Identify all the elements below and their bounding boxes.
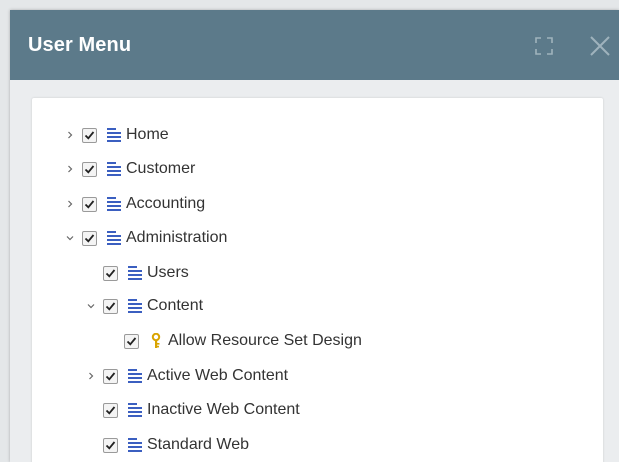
checkmark-icon — [105, 405, 116, 415]
tree-node[interactable]: Home — [62, 123, 169, 147]
node-checkbox[interactable] — [103, 402, 118, 418]
tree-node[interactable]: Inactive Web Content — [83, 398, 300, 422]
node-checkbox[interactable] — [82, 196, 97, 212]
chevron-down-icon — [66, 236, 74, 241]
node-label[interactable]: Standard Web — [147, 436, 249, 454]
tree-node[interactable]: Standard Web — [83, 433, 249, 457]
tree-node[interactable]: Active Web Content — [83, 364, 288, 388]
checkmark-icon — [84, 199, 95, 209]
chevron-down-icon — [87, 304, 95, 309]
checkmark-icon — [105, 301, 116, 311]
menu-lines-icon — [128, 369, 142, 383]
node-checkbox[interactable] — [124, 333, 139, 349]
node-label[interactable]: Content — [147, 297, 203, 315]
node-label[interactable]: Allow Resource Set Design — [168, 332, 362, 350]
checkmark-icon — [105, 371, 116, 381]
tree-node[interactable]: Content — [83, 294, 203, 318]
node-checkbox[interactable] — [103, 368, 118, 384]
node-label[interactable]: Active Web Content — [147, 367, 288, 385]
chevron-right-icon — [68, 165, 73, 173]
toggle-spacer — [83, 435, 99, 455]
checkmark-icon — [105, 268, 116, 278]
close-icon — [590, 36, 610, 56]
dialog-titlebar: User Menu — [10, 10, 619, 80]
node-label[interactable]: Customer — [126, 160, 195, 178]
expand-toggle[interactable] — [83, 366, 99, 386]
menu-lines-icon — [107, 231, 121, 245]
maximize-button[interactable] — [533, 35, 555, 57]
expand-toggle[interactable] — [62, 194, 78, 214]
checkmark-icon — [126, 336, 137, 346]
node-checkbox[interactable] — [82, 161, 97, 177]
node-label[interactable]: Home — [126, 126, 169, 144]
user-menu-dialog: User Menu Home Customer Accounting Administ… — [10, 10, 619, 462]
menu-lines-icon — [128, 403, 142, 417]
key-icon — [151, 333, 161, 348]
checkmark-icon — [84, 130, 95, 140]
checkmark-icon — [84, 164, 95, 174]
menu-lines-icon — [107, 197, 121, 211]
toggle-spacer — [104, 331, 120, 351]
node-label[interactable]: Inactive Web Content — [147, 401, 300, 419]
collapse-toggle[interactable] — [83, 296, 99, 316]
node-checkbox[interactable] — [82, 127, 97, 143]
node-checkbox[interactable] — [82, 230, 97, 246]
chevron-right-icon — [89, 372, 94, 380]
close-button[interactable] — [586, 32, 614, 60]
node-label[interactable]: Users — [147, 264, 189, 282]
node-checkbox[interactable] — [103, 298, 118, 314]
chevron-right-icon — [68, 131, 73, 139]
collapse-toggle[interactable] — [62, 228, 78, 248]
tree-node[interactable]: Allow Resource Set Design — [104, 329, 362, 353]
dialog-title: User Menu — [28, 33, 132, 56]
maximize-icon — [535, 37, 553, 55]
menu-lines-icon — [107, 128, 121, 142]
chevron-right-icon — [68, 200, 73, 208]
checkmark-icon — [105, 440, 116, 450]
tree-node[interactable]: Administration — [62, 226, 227, 250]
tree-node[interactable]: Accounting — [62, 192, 205, 216]
node-label[interactable]: Accounting — [126, 195, 205, 213]
node-checkbox[interactable] — [103, 265, 118, 281]
menu-lines-icon — [107, 162, 121, 176]
menu-tree-panel: Home Customer Accounting Administration User… — [32, 98, 603, 462]
toggle-spacer — [83, 263, 99, 283]
node-label[interactable]: Administration — [126, 229, 227, 247]
menu-lines-icon — [128, 299, 142, 313]
menu-lines-icon — [128, 266, 142, 280]
expand-toggle[interactable] — [62, 125, 78, 145]
tree-node[interactable]: Customer — [62, 157, 195, 181]
menu-lines-icon — [128, 438, 142, 452]
node-checkbox[interactable] — [103, 437, 118, 453]
checkmark-icon — [84, 233, 95, 243]
tree-node[interactable]: Users — [83, 261, 189, 285]
expand-toggle[interactable] — [62, 159, 78, 179]
toggle-spacer — [83, 400, 99, 420]
